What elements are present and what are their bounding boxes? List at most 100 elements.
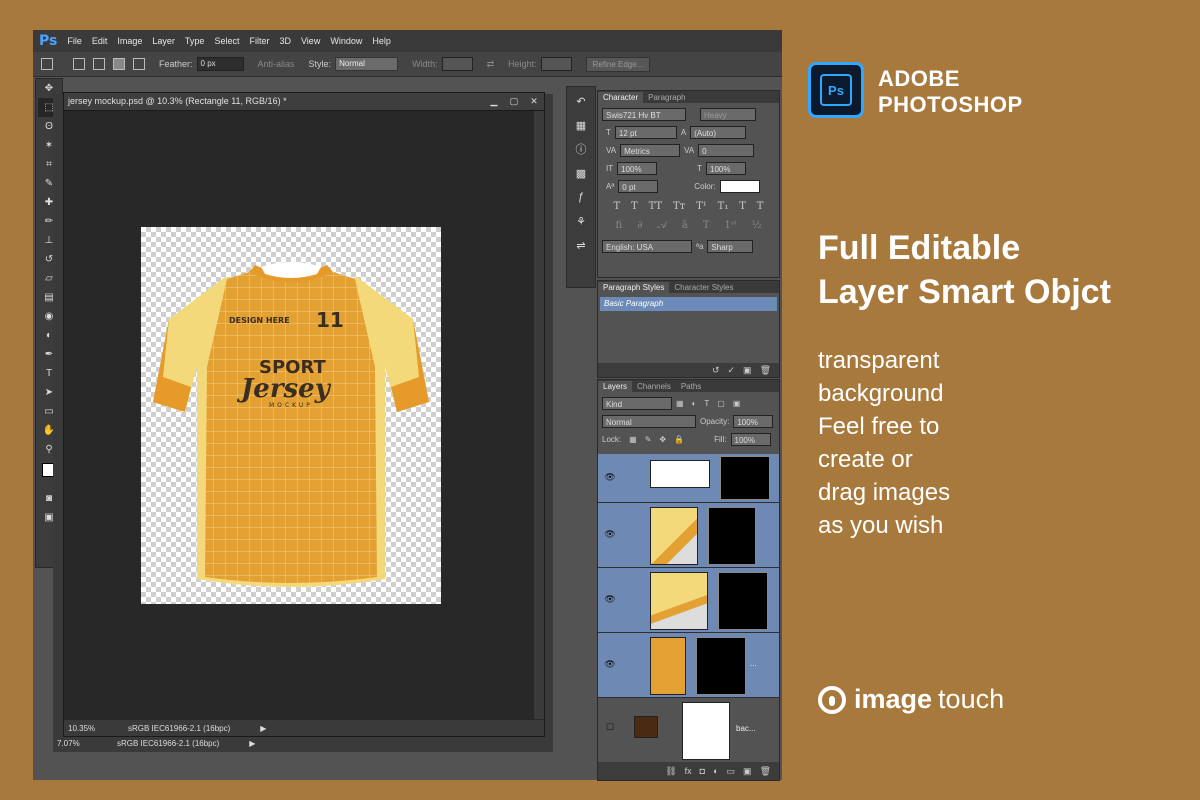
text-color-swatch[interactable]	[719, 179, 760, 193]
menu-filter[interactable]: Filter	[249, 36, 269, 46]
lock-paint-icon[interactable]: ✎	[645, 435, 652, 444]
status-arrow-icon[interactable]: ▶	[249, 739, 255, 748]
menu-type[interactable]: Type	[185, 36, 205, 46]
layer-mask-thumbnail[interactable]	[682, 702, 730, 760]
layer-row[interactable]: ☐ bac...	[598, 698, 779, 763]
menu-edit[interactable]: Edit	[92, 36, 108, 46]
layer-row[interactable]: 👁 ...	[598, 633, 779, 698]
antialias-select[interactable]: Sharp	[707, 239, 754, 253]
antialias-checkbox[interactable]: Anti-alias	[258, 59, 295, 69]
layer-row[interactable]: 👁	[598, 503, 779, 568]
canvas-area[interactable]: DESIGN HERE 11 SPORT Jersey MOCKUP	[64, 111, 534, 719]
adjust-icon[interactable]: ⇌	[571, 235, 591, 255]
layer-row[interactable]: 👁	[598, 568, 779, 633]
font-family-select[interactable]: Swis721 Hv BT	[602, 107, 686, 121]
filter-pixel-icon[interactable]: ▦	[676, 399, 684, 408]
underline-icon[interactable]: T	[739, 201, 746, 212]
ordinals-icon[interactable]: 1ˢᵗ	[725, 220, 737, 231]
subscript-icon[interactable]: T₁	[718, 201, 729, 212]
visibility-eye-icon[interactable]: 👁	[602, 594, 618, 605]
close-icon[interactable]: ✕	[524, 93, 544, 109]
tab-paragraph-styles[interactable]: Paragraph Styles	[598, 282, 670, 293]
link-layers-icon[interactable]: ⛓	[665, 766, 676, 777]
transparent-canvas[interactable]: DESIGN HERE 11 SPORT Jersey MOCKUP	[141, 227, 441, 604]
horizontal-scale-input[interactable]: 100%	[706, 161, 746, 175]
add-selection-icon[interactable]	[93, 58, 105, 70]
history-icon[interactable]: ↶	[571, 91, 591, 111]
font-size-select[interactable]: 12 pt	[614, 125, 677, 139]
language-select[interactable]: English: USA	[602, 239, 692, 253]
style-select[interactable]: Normal	[335, 57, 399, 71]
tab-layers[interactable]: Layers	[598, 381, 633, 392]
refine-edge-button[interactable]: Refine Edge...	[585, 56, 651, 72]
clear-override-icon[interactable]: ↺	[712, 365, 720, 376]
fill-input[interactable]: 100%	[730, 432, 771, 446]
visibility-checkbox[interactable]: ☐	[602, 722, 618, 733]
superscript-icon[interactable]: T¹	[696, 201, 707, 212]
visibility-eye-icon[interactable]: 👁	[602, 472, 618, 483]
swash-icon[interactable]: 𝒜	[657, 220, 666, 231]
info-icon[interactable]: ⓘ	[571, 139, 591, 159]
document-title-bar[interactable]: jersey mockup.psd @ 10.3% (Rectangle 11,…	[64, 93, 544, 111]
tracking-select[interactable]: 0	[698, 143, 755, 157]
font-style-select[interactable]: Heavy	[700, 107, 756, 121]
layer-kind-filter[interactable]: Kind	[602, 396, 672, 410]
menu-view[interactable]: View	[301, 36, 320, 46]
menu-select[interactable]: Select	[214, 36, 239, 46]
menu-layer[interactable]: Layer	[152, 36, 175, 46]
menu-3d[interactable]: 3D	[279, 36, 291, 46]
filter-shape-icon[interactable]: ▢	[717, 399, 725, 408]
adjustment-layer-icon[interactable]: ◐	[713, 766, 718, 776]
visibility-eye-icon[interactable]: 👁	[602, 529, 618, 540]
delete-style-icon[interactable]: 🗑	[760, 365, 771, 376]
layer-mask-thumbnail[interactable]	[708, 507, 756, 565]
styles-icon[interactable]: ƒ	[571, 187, 591, 207]
layer-mask-thumbnail[interactable]	[718, 572, 768, 630]
layer-mask-thumbnail[interactable]	[696, 637, 746, 695]
status-arrow-icon[interactable]: ▶	[260, 724, 266, 733]
delete-layer-icon[interactable]: 🗑	[760, 766, 771, 777]
style-basic-paragraph[interactable]: Basic Paragraph	[600, 297, 777, 311]
filter-type-icon[interactable]: T	[704, 399, 709, 408]
filter-smart-icon[interactable]: ▣	[733, 399, 741, 408]
all-caps-icon[interactable]: TT	[649, 201, 663, 212]
baseline-input[interactable]: 0 pt	[618, 179, 659, 193]
visibility-eye-icon[interactable]: 👁	[602, 659, 618, 670]
new-style-icon[interactable]: ▣	[743, 365, 752, 376]
new-layer-icon[interactable]: ▣	[743, 766, 752, 777]
layer-style-icon[interactable]: fx	[685, 766, 692, 776]
feather-input[interactable]: 0 px	[196, 57, 244, 71]
blend-mode-select[interactable]: Normal	[602, 414, 696, 428]
minimize-icon[interactable]: ▁	[484, 93, 504, 109]
fractions-icon[interactable]: ½	[752, 220, 762, 231]
commit-icon[interactable]: ✓	[728, 365, 736, 376]
tab-channels[interactable]: Channels	[632, 381, 676, 392]
marquee-preset-icon[interactable]	[41, 58, 53, 70]
new-selection-icon[interactable]	[73, 58, 85, 70]
height-input[interactable]	[540, 57, 572, 71]
tab-paths[interactable]: Paths	[676, 381, 706, 392]
intersect-selection-icon[interactable]	[133, 58, 145, 70]
swap-icon[interactable]: ⇄	[487, 59, 495, 70]
width-input[interactable]	[441, 57, 473, 71]
add-mask-icon[interactable]: ◘	[700, 766, 705, 776]
tab-character[interactable]: Character	[598, 92, 644, 103]
menu-help[interactable]: Help	[372, 36, 391, 46]
lock-all-icon[interactable]: 🔒	[674, 435, 684, 444]
subtract-selection-icon[interactable]	[113, 58, 125, 70]
filter-adjust-icon[interactable]: ◐	[692, 399, 697, 408]
menu-file[interactable]: File	[67, 36, 82, 46]
group-icon[interactable]: ▭	[727, 766, 736, 777]
lock-pixels-icon[interactable]: ▦	[629, 435, 637, 444]
menu-image[interactable]: Image	[117, 36, 142, 46]
strikethrough-icon[interactable]: T	[757, 201, 764, 212]
leading-select[interactable]: (Auto)	[690, 125, 747, 139]
tab-paragraph[interactable]: Paragraph	[643, 92, 690, 103]
tab-character-styles[interactable]: Character Styles	[669, 282, 738, 293]
menu-window[interactable]: Window	[330, 36, 362, 46]
opacity-input[interactable]: 100%	[733, 414, 774, 428]
titling-icon[interactable]: T	[703, 220, 710, 231]
old-style-icon[interactable]: ∂	[637, 220, 642, 231]
kerning-select[interactable]: Metrics	[620, 143, 681, 157]
grid-icon[interactable]: ▩	[571, 163, 591, 183]
